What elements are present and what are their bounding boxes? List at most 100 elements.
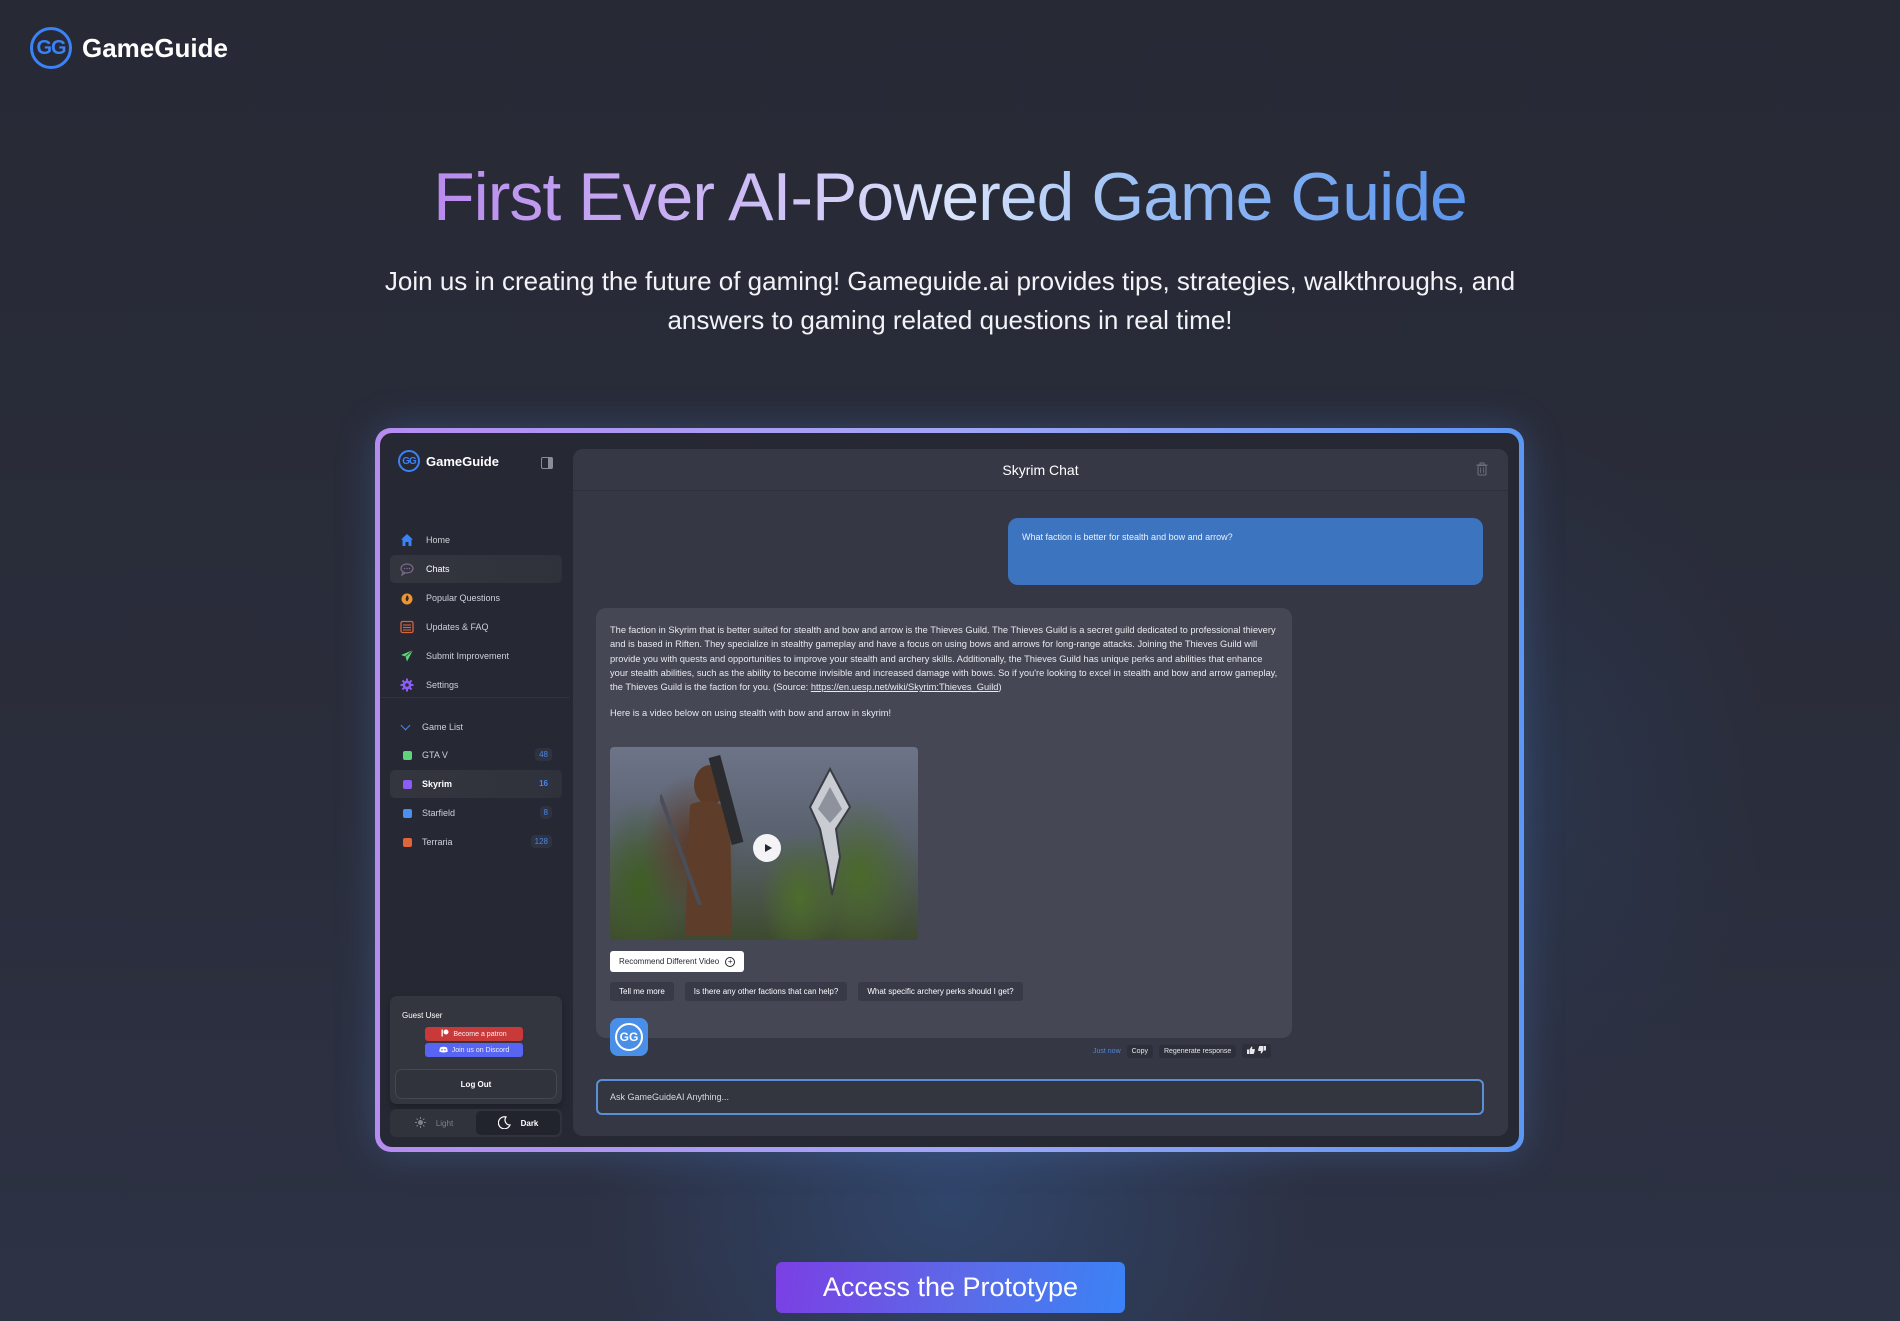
sidebar-item-label: Settings	[426, 680, 459, 690]
list-icon	[400, 620, 414, 634]
ai-message-close: )	[998, 682, 1002, 693]
sidebar-item-label: Home	[426, 535, 451, 545]
game-chat-count: 48	[535, 748, 552, 761]
trash-icon[interactable]	[1476, 462, 1488, 476]
logo-icon: GG	[398, 450, 420, 472]
access-prototype-button[interactable]: Access the Prototype	[776, 1262, 1125, 1313]
moon-icon	[497, 1115, 511, 1131]
theme-toggle: Light Dark	[390, 1109, 562, 1137]
game-item-starfield[interactable]: Starfield 8	[390, 799, 562, 827]
game-name: Starfield	[422, 808, 456, 818]
chat-title: Skyrim Chat	[1002, 461, 1079, 478]
video-intro-text: Here is a video below on using stealth w…	[610, 708, 892, 719]
discord-icon	[438, 1046, 448, 1055]
theme-light-label: Light	[435, 1118, 454, 1128]
chevron-down-icon	[400, 720, 411, 730]
sidebar-divider	[380, 697, 570, 698]
video-thumbnail[interactable]	[610, 747, 918, 940]
suggestion-chip[interactable]: Tell me more	[610, 982, 674, 1001]
user-name: Guest User	[402, 1011, 443, 1020]
patreon-icon	[441, 1029, 449, 1039]
ai-avatar-logo: GG	[615, 1023, 643, 1051]
game-item-skyrim[interactable]: Skyrim 16	[390, 770, 562, 798]
sidebar-item-label: Popular Questions	[426, 593, 501, 603]
chat-input[interactable]: Ask GameGuideAI Anything...	[596, 1079, 1484, 1115]
app-preview: GG GameGuide Home Chats Popular Question…	[380, 433, 1519, 1147]
chat-icon	[400, 562, 414, 576]
chat-panel: Skyrim Chat What faction is better for s…	[573, 449, 1508, 1136]
game-name: Skyrim	[422, 779, 453, 789]
patron-label: Become a patron	[453, 1030, 507, 1038]
copy-button[interactable]: Copy	[1126, 1044, 1153, 1058]
play-button[interactable]	[753, 834, 781, 862]
send-icon	[400, 649, 414, 663]
game-item-terraria[interactable]: Terraria 128	[390, 828, 562, 856]
sidebar-item-label: Updates & FAQ	[426, 622, 489, 632]
thumbs-down-icon[interactable]	[1258, 1046, 1267, 1056]
hero-title-text: First Ever AI-Powered Game Guide	[433, 159, 1468, 235]
user-card: Guest User Become a patron Join us on Di…	[390, 996, 562, 1104]
game-chat-count: 8	[539, 806, 552, 819]
source-link[interactable]: https://en.uesp.net/wiki/Skyrim:Thieves_…	[811, 682, 999, 692]
game-color-icon	[403, 750, 412, 760]
plus-circle-icon: +	[725, 956, 736, 967]
recommend-label: Recommend Different Video	[619, 957, 720, 966]
theme-dark-label: Dark	[520, 1118, 539, 1128]
message-timestamp: Just now	[1093, 1047, 1121, 1055]
logo-icon[interactable]: GG	[30, 27, 72, 69]
game-chat-count: 128	[530, 835, 552, 848]
sidebar-item-chats[interactable]: Chats	[390, 555, 562, 583]
sidebar-logo[interactable]: GG GameGuide	[398, 450, 499, 472]
logout-button[interactable]: Log Out	[395, 1069, 557, 1099]
sidebar-item-settings[interactable]: Settings	[390, 671, 562, 699]
sidebar-item-submit-improvement[interactable]: Submit Improvement	[390, 642, 562, 670]
sidebar-item-popular-questions[interactable]: Popular Questions	[390, 584, 562, 612]
message-actions: Just now Copy Regenerate response	[1093, 1044, 1272, 1058]
skyrim-emblem-icon	[808, 767, 852, 896]
game-chat-count: 16	[535, 777, 552, 790]
sidebar-brand: GameGuide	[426, 453, 499, 469]
game-color-icon	[403, 779, 412, 789]
theme-light-option[interactable]: Light	[392, 1111, 476, 1135]
sun-icon	[414, 1116, 426, 1130]
game-item-gta-v[interactable]: GTA V 48	[390, 741, 562, 769]
sidebar-nav: Home Chats Popular Questions Updates & F…	[390, 526, 562, 700]
app-preview-frame: GG GameGuide Home Chats Popular Question…	[375, 428, 1524, 1152]
fire-icon	[400, 591, 414, 605]
discord-label: Join us on Discord	[451, 1046, 510, 1054]
theme-dark-option[interactable]: Dark	[476, 1111, 560, 1135]
site-header: GG GameGuide	[30, 27, 228, 69]
ai-avatar: GG	[610, 1018, 648, 1056]
sidebar-toggle-icon[interactable]	[541, 457, 553, 469]
game-list-toggle[interactable]: Game List	[390, 713, 562, 741]
suggestion-chips: Tell me more Is there any other factions…	[610, 982, 1023, 1001]
join-discord-button[interactable]: Join us on Discord	[425, 1043, 523, 1057]
home-icon	[400, 533, 414, 547]
regenerate-response-button[interactable]: Regenerate response	[1158, 1044, 1237, 1058]
thumbs-up-icon[interactable]	[1247, 1046, 1256, 1056]
brand-name[interactable]: GameGuide	[82, 33, 228, 64]
sidebar: GG GameGuide Home Chats Popular Question…	[380, 433, 570, 1147]
ai-message: The faction in Skyrim that is better sui…	[596, 608, 1292, 1056]
game-name: GTA V	[422, 750, 448, 760]
suggestion-chip[interactable]: What specific archery perks should I get…	[858, 982, 1023, 1001]
hero-title: First Ever AI-Powered Game Guide	[0, 158, 1900, 236]
game-list: Game List GTA V 48 Skyrim 16 Starfield 8	[390, 713, 562, 857]
gear-icon	[400, 678, 414, 692]
chat-header: Skyrim Chat	[573, 449, 1508, 491]
vote-buttons	[1242, 1044, 1272, 1058]
game-color-icon	[403, 837, 412, 847]
hero-subtitle: Join us in creating the future of gaming…	[384, 266, 1516, 335]
game-name: Terraria	[422, 837, 453, 847]
recommend-different-video-button[interactable]: Recommend Different Video +	[610, 951, 745, 972]
game-color-icon	[403, 808, 412, 818]
archer-figure-icon	[660, 755, 744, 935]
sidebar-item-label: Chats	[426, 564, 450, 574]
user-message: What faction is better for stealth and b…	[1008, 518, 1483, 585]
sidebar-item-home[interactable]: Home	[390, 526, 562, 554]
sidebar-item-updates-faq[interactable]: Updates & FAQ	[390, 613, 562, 641]
chat-input-placeholder: Ask GameGuideAI Anything...	[610, 1092, 730, 1102]
suggestion-chip[interactable]: Is there any other factions that can hel…	[684, 982, 848, 1001]
sidebar-item-label: Submit Improvement	[426, 651, 510, 661]
become-patron-button[interactable]: Become a patron	[425, 1027, 523, 1041]
